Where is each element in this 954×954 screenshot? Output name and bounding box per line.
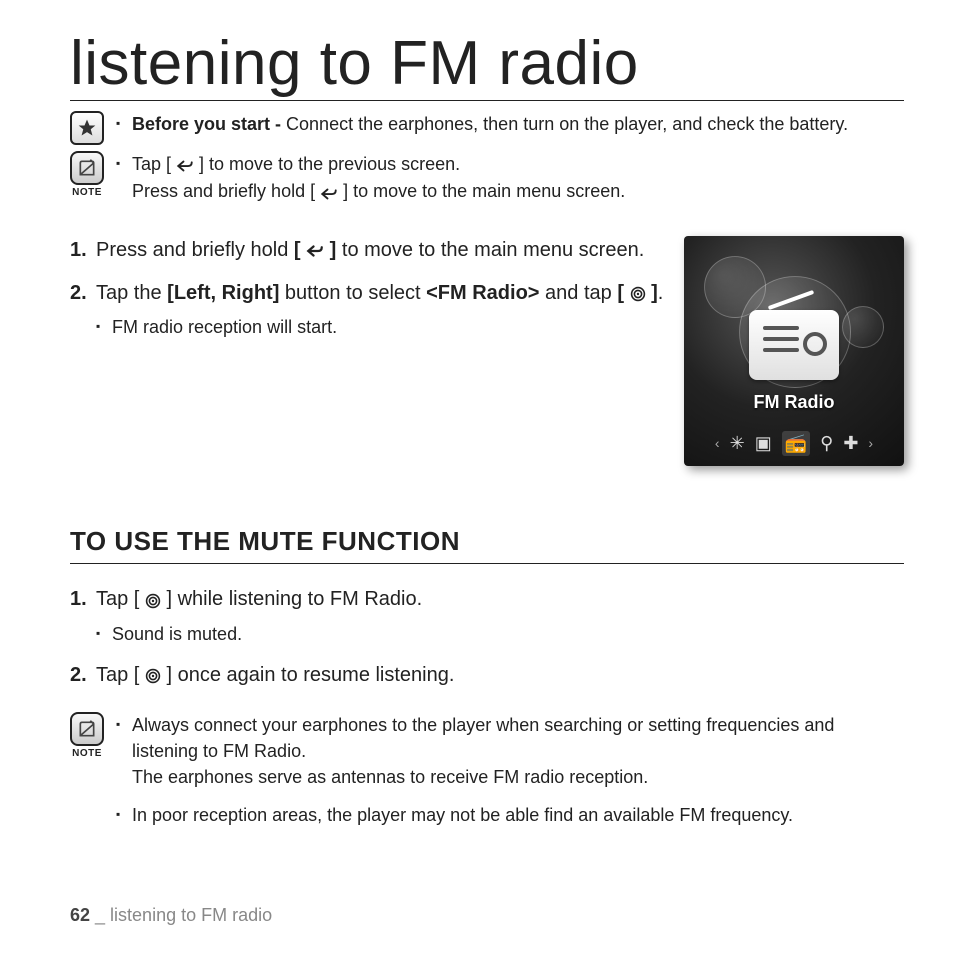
back-icon [320,180,338,206]
chevron-right-icon: › [868,435,873,451]
step-2: Tap the [Left, Right] button to select <… [70,279,664,340]
step-1: Press and briefly hold [ ] to move to th… [70,236,664,265]
intro-text: Connect the earphones, then turn on the … [281,114,848,134]
mute-step-1-sub: Sound is muted. [96,621,904,647]
device-screenshot: FM Radio ‹ ✳ ▣ 📻 ⚲ ✚ › [684,236,904,466]
mute-section-title: TO USE THE MUTE FUNCTION [70,526,904,564]
intro-label: Before you start - [132,114,281,134]
note-icon [70,712,104,746]
select-icon [145,586,161,615]
page-footer: 62 _ listening to FM radio [70,905,272,926]
step-2-sub: FM radio reception will start. [96,314,664,340]
device-label: FM Radio [754,392,835,413]
note-label: NOTE [72,187,102,198]
mute-step-1: Tap [ ] while listening to FM Radio. Sou… [70,585,904,646]
note-label: NOTE [72,748,102,759]
video-icon: ✳ [730,433,745,454]
page-title: listening to FM radio [70,30,904,101]
mute-step-2: Tap [ ] once again to resume listening. [70,661,904,690]
note-icon [70,151,104,185]
star-icon [70,111,104,145]
select-icon [145,661,161,690]
chevron-left-icon: ‹ [715,435,720,451]
back-icon [306,236,324,265]
signal-icon: ⚲ [820,433,833,454]
radio-icon [749,310,839,380]
footer-text: listening to FM radio [110,905,272,925]
note1-item: Tap [ ] to move to the previous screen. … [116,151,904,206]
note2-item-1: Always connect your earphones to the pla… [116,712,904,790]
device-menu-icons: ‹ ✳ ▣ 📻 ⚲ ✚ › [715,431,873,456]
radio-menu-icon: 📻 [782,431,810,456]
page-number: 62 [70,905,90,925]
back-icon [176,152,194,178]
picture-icon: ▣ [755,433,772,454]
select-icon [630,279,646,308]
intro-before-you-start: Before you start - Connect the earphones… [116,111,904,137]
apps-icon: ✚ [843,433,858,454]
note2-item-2: In poor reception areas, the player may … [116,802,904,828]
